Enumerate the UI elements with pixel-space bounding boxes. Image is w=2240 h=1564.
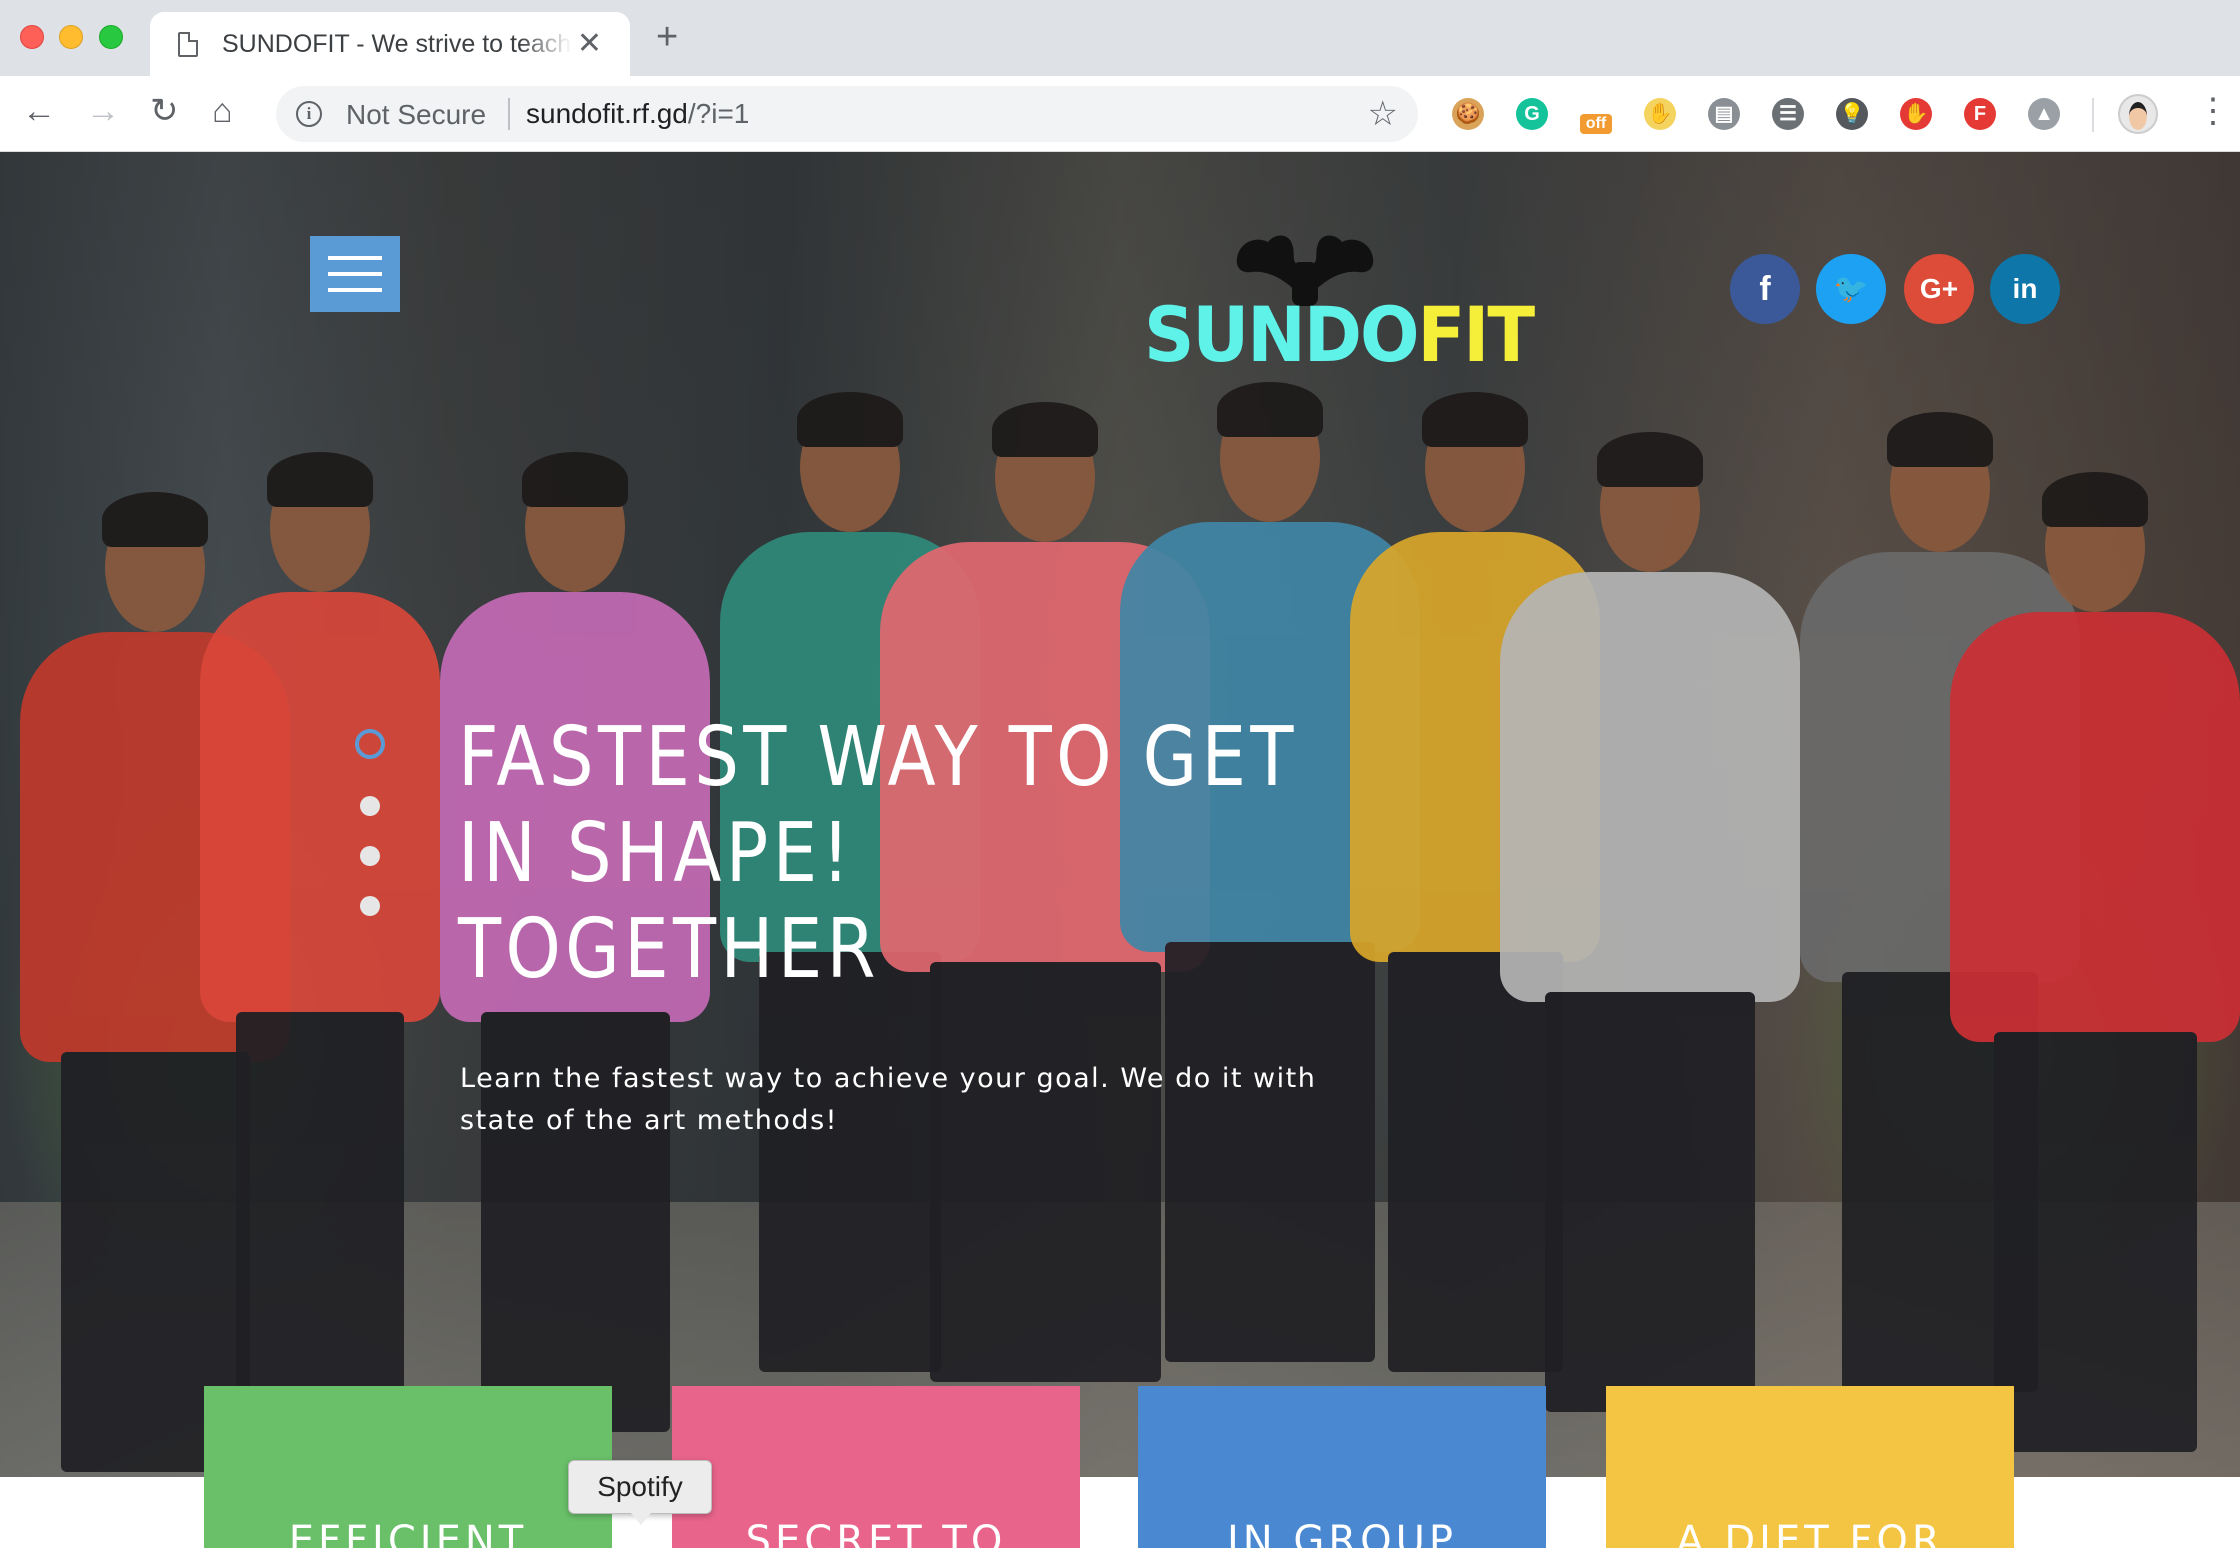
logo-text-cyan: SUNDO [1144,290,1419,380]
person-hair [1887,412,1993,467]
page-icon [178,32,198,57]
twitter-icon[interactable]: 🐦 [1816,254,1886,324]
lightbulb-extension-icon[interactable]: 💡 [1836,98,1868,130]
hero-headline: FASTEST WAY TO GET IN SHAPE! TOGETHER [458,710,1298,998]
person-legs [759,952,941,1372]
person-silhouette [1500,432,1800,1412]
tab-close-icon[interactable]: ✕ [577,26,602,61]
home-button[interactable]: ⌂ [212,94,233,128]
slider-dot[interactable] [360,896,380,916]
person-hair [267,452,373,507]
headline-line: TOGETHER [458,902,880,997]
person-hair [2042,472,2148,527]
mouse-extension-icon[interactable]: ✋ [1644,98,1676,130]
tree-extension-icon[interactable]: ☰ [1772,98,1804,130]
browser-tab[interactable]: SUNDOFIT - We strive to teach ✕ [150,12,630,76]
person-legs [236,1012,404,1432]
back-button[interactable]: ← [22,94,56,128]
hamburger-line [328,256,382,260]
tab-title: SUNDOFIT - We strive to teach [222,30,572,58]
hero-section: SUNDOFIT f 🐦 G+ in FASTEST WAY TO GET IN SH… [0,152,2240,1477]
person-hair [797,392,903,447]
url-path: /?i=1 [687,98,750,129]
hamburger-line [328,272,382,276]
drive-extension-icon[interactable]: ▲ [2028,98,2060,130]
forward-button[interactable]: → [86,94,120,128]
person-legs [1165,942,1375,1362]
bookmark-star-icon[interactable]: ☆ [1368,94,1398,134]
pdf-extension-icon[interactable]: F [1964,98,1996,130]
card-title: EFFICIENT [288,1518,528,1564]
url-host: sundofit.rf.gd [526,98,688,129]
slider-dot[interactable] [360,796,380,816]
grammarly-icon[interactable]: G [1516,98,1548,130]
card-title: A DIET FOR [1676,1518,1944,1564]
person-hair [522,452,628,507]
person-legs [1387,952,1563,1372]
clipboard-extension-icon[interactable]: ▤ [1708,98,1740,130]
person-legs [1993,1032,2197,1452]
headline-line: IN SHAPE! [458,806,855,901]
sundofit-logo[interactable]: SUNDOFIT [1140,232,1535,379]
headline-line: FASTEST WAY TO GET [458,710,1298,805]
feature-card-group[interactable]: IN GROUP [1138,1386,1546,1564]
close-window-button[interactable] [20,25,44,49]
minimize-window-button[interactable] [59,25,83,49]
profile-avatar[interactable] [2118,94,2158,134]
cookie-extension-icon[interactable]: 🍪 [1452,98,1484,130]
browser-toolbar: ← → ↻ ⌂ i Not Secure sundofit.rf.gd/?i=1… [0,76,2240,152]
stop-extension-icon[interactable]: ✋ [1900,98,1932,130]
person-silhouette [200,452,440,1432]
linkedin-icon[interactable]: in [1990,254,2060,324]
off-extension-icon[interactable]: off [1580,114,1612,134]
person-legs [929,962,1161,1382]
feature-card-secret[interactable]: SECRET TO [672,1386,1080,1564]
person-hair [992,402,1098,457]
hamburger-menu-button[interactable] [310,236,400,312]
facebook-icon[interactable]: f [1730,254,1800,324]
address-separator [508,98,510,130]
person-hair [1217,382,1323,437]
person-legs [1545,992,1755,1412]
toolbar-separator [2092,98,2094,132]
slider-dot[interactable] [360,846,380,866]
reload-button[interactable]: ↻ [150,94,179,128]
person-hair [1597,432,1703,487]
person-hair [1422,392,1528,447]
address-bar[interactable]: i Not Secure sundofit.rf.gd/?i=1 ☆ [276,86,1418,142]
person-hair [102,492,208,547]
google-plus-icon[interactable]: G+ [1904,254,1974,324]
info-icon[interactable]: i [296,101,322,127]
security-label[interactable]: Not Secure [346,99,486,131]
person-silhouette [1950,472,2240,1452]
card-title: IN GROUP [1226,1518,1458,1564]
browser-tab-bar: SUNDOFIT - We strive to teach ✕ + [0,0,2240,76]
url-text[interactable]: sundofit.rf.gd/?i=1 [526,98,749,130]
maximize-window-button[interactable] [99,25,123,49]
browser-menu-icon[interactable]: ⋮ [2196,94,2230,128]
logo-wordmark: SUNDOFIT [1144,290,1535,380]
slider-dot[interactable] [355,729,385,759]
card-title: SECRET TO [745,1518,1007,1564]
logo-text-yellow: FIT [1417,290,1535,380]
hamburger-line [328,288,382,292]
spotify-tooltip: Spotify [568,1460,712,1525]
new-tab-button[interactable]: + [656,18,678,56]
hero-subtext: Learn the fastest way to achieve your go… [460,1063,1317,1136]
feature-card-efficient[interactable]: EFFICIENT [204,1386,612,1564]
feature-card-diet[interactable]: A DIET FOR [1606,1386,2014,1564]
